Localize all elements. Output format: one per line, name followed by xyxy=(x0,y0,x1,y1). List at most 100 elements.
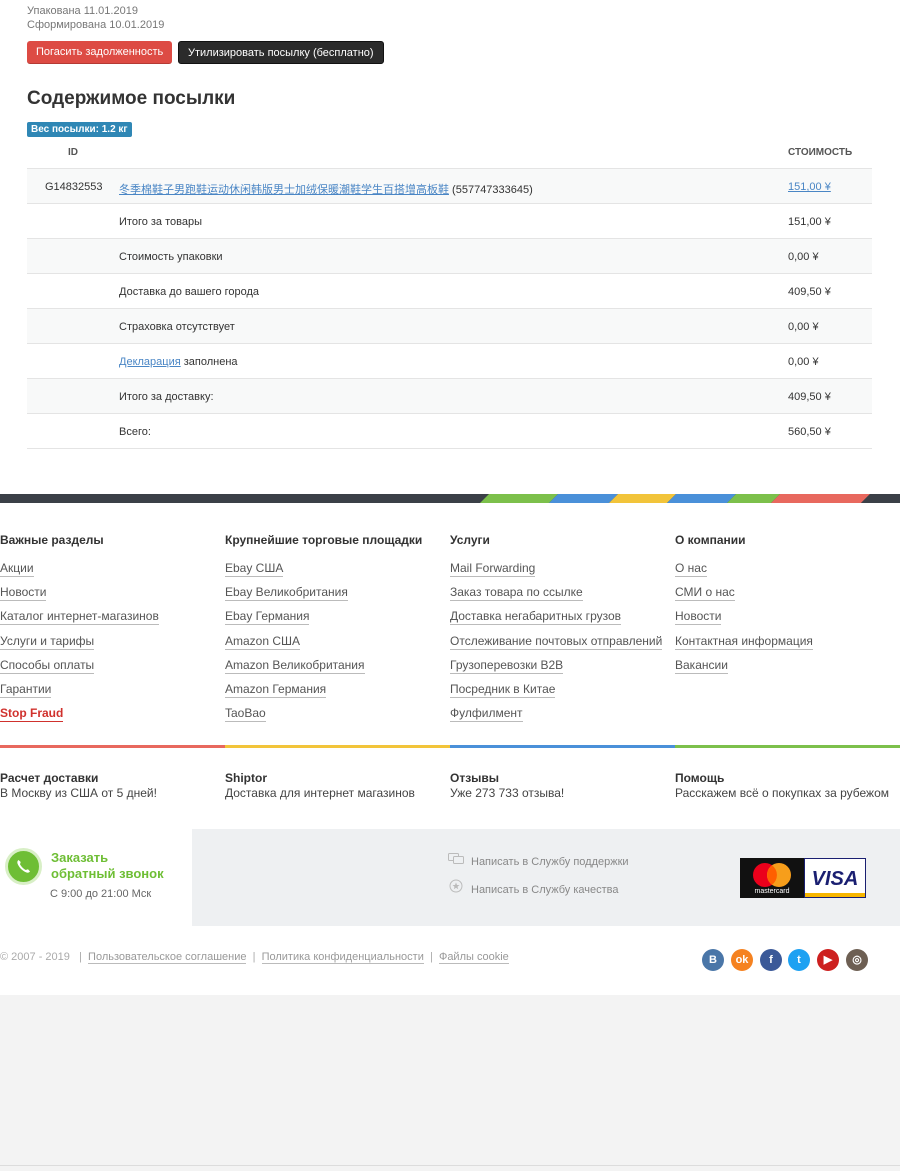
row-label: Декларация заполнена xyxy=(119,356,238,368)
footer-link-tracking[interactable]: Отслеживание почтовых отправлений xyxy=(450,633,663,650)
row-cost: 151,00 ¥ xyxy=(788,216,831,228)
support-link[interactable]: Написать в Службу поддержки xyxy=(448,853,629,868)
info-help[interactable]: Помощь Расскажем всё о покупках за рубеж… xyxy=(675,771,900,800)
footer-link-catalog[interactable]: Каталог интернет-магазинов xyxy=(0,609,159,626)
footer-column-sections: Важные разделы Акции Новости Каталог инт… xyxy=(0,533,225,730)
quality-link[interactable]: Написать в Службу качества xyxy=(448,879,619,896)
row-cost: 0,00 ¥ xyxy=(788,356,819,368)
page-bottom-divider xyxy=(0,1165,900,1166)
footer-link-press[interactable]: СМИ о нас xyxy=(675,585,735,602)
footer-link-ebay-de[interactable]: Ebay Германия xyxy=(225,609,310,626)
mastercard-logo: mastercard xyxy=(740,858,804,898)
footer-link-b2b[interactable]: Грузоперевозки B2B xyxy=(450,657,564,674)
footer-link-amazon-uk[interactable]: Amazon Великобритания xyxy=(225,657,365,674)
twitter-icon[interactable]: t xyxy=(788,949,810,971)
youtube-icon[interactable]: ▶ xyxy=(817,949,839,971)
row-label: Итого за товары xyxy=(119,216,202,228)
formed-date: Сформирована 10.01.2019 xyxy=(27,19,165,31)
weight-badge: Вес посылки: 1.2 кг xyxy=(27,122,132,137)
info-shiptor[interactable]: Shiptor Доставка для интернет магазинов xyxy=(225,771,450,800)
odnoklassniki-icon[interactable]: ok xyxy=(731,949,753,971)
footer-link-company-news[interactable]: Новости xyxy=(675,609,722,626)
copyright-bar: © 2007 - 2019 | Пользовательское соглаше… xyxy=(0,951,509,964)
footer-column-title: Услуги xyxy=(450,533,490,547)
privacy-link[interactable]: Политика конфиденциальности xyxy=(261,951,424,964)
parcel-content-area: Упакована 11.01.2019 Сформирована 10.01.… xyxy=(0,0,900,495)
info-reviews[interactable]: Отзывы Уже 273 733 отзыва! xyxy=(450,771,675,800)
badge-star-icon xyxy=(448,879,464,896)
footer-link-news[interactable]: Новости xyxy=(0,585,47,602)
copyright-text: © 2007 - 2019 xyxy=(0,951,70,963)
item-cost-link[interactable]: 151,00 ¥ xyxy=(788,181,831,193)
item-id: G14832553 xyxy=(45,181,103,193)
footer-link-guarantees[interactable]: Гарантии xyxy=(0,681,52,698)
row-label: Стоимость упаковки xyxy=(119,251,223,263)
terms-link[interactable]: Пользовательское соглашение xyxy=(88,951,247,964)
footer-link-payment-methods[interactable]: Способы оплаты xyxy=(0,657,95,674)
item-name: 冬季棉鞋子男跑鞋运动休闲韩版男士加绒保暖潮鞋学生百搭增高板鞋 (55774733… xyxy=(119,181,533,197)
footer-link-ebay-uk[interactable]: Ebay Великобритания xyxy=(225,585,348,602)
phone-icon[interactable] xyxy=(5,848,42,885)
footer-link-tariffs[interactable]: Услуги и тарифы xyxy=(0,633,95,650)
cookie-link[interactable]: Файлы cookie xyxy=(438,951,509,964)
row-label: Итого за доставку: xyxy=(119,391,214,403)
table-row: Доставка до вашего города 409,50 ¥ xyxy=(27,274,872,309)
footer-stripe xyxy=(0,494,900,503)
item-link[interactable]: 冬季棉鞋子男跑鞋运动休闲韩版男士加绒保暖潮鞋学生百搭增高板鞋 xyxy=(119,184,449,196)
facebook-icon[interactable]: f xyxy=(760,949,782,971)
footer-link-china-agent[interactable]: Посредник в Китае xyxy=(450,681,556,698)
row-label: Страховка отсутствует xyxy=(119,321,235,333)
instagram-icon[interactable]: ◎ xyxy=(846,949,868,971)
divider-yellow xyxy=(225,745,450,748)
callback-hours: С 9:00 до 21:00 Мск xyxy=(50,888,152,900)
row-label: Доставка до вашего города xyxy=(119,286,260,298)
pay-debt-button[interactable]: Погасить задолженность xyxy=(27,41,173,64)
row-cost: 409,50 ¥ xyxy=(788,391,831,403)
table-row-total: Всего: 560,50 ¥ xyxy=(27,414,872,449)
section-title: Содержимое посылки xyxy=(27,88,236,109)
row-cost: 409,50 ¥ xyxy=(788,286,831,298)
item-number: (557747333645) xyxy=(449,184,533,196)
dispose-parcel-button[interactable]: Утилизировать посылку (бесплатно) xyxy=(178,41,384,64)
footer-link-amazon-us[interactable]: Amazon США xyxy=(225,633,301,650)
footer-link-about[interactable]: О нас xyxy=(675,561,707,577)
vk-icon[interactable]: B xyxy=(702,949,724,971)
table-row: Страховка отсутствует 0,00 ¥ xyxy=(27,309,872,344)
table-row: Итого за доставку: 409,50 ¥ xyxy=(27,379,872,414)
footer-column-title: Важные разделы xyxy=(0,533,104,547)
footer-column-title: О компании xyxy=(675,533,746,547)
table-row-item: G14832553 冬季棉鞋子男跑鞋运动休闲韩版男士加绒保暖潮鞋学生百搭增高板鞋… xyxy=(27,169,872,204)
row-cost: 0,00 ¥ xyxy=(788,251,819,263)
footer-link-contacts[interactable]: Контактная информация xyxy=(675,633,813,650)
parcel-table: G14832553 冬季棉鞋子男跑鞋运动休闲韩版男士加绒保暖潮鞋学生百搭增高板鞋… xyxy=(27,168,872,449)
visa-logo: VISA xyxy=(804,858,866,898)
footer-link-mail-forwarding[interactable]: Mail Forwarding xyxy=(450,561,536,577)
footer-link-vacancies[interactable]: Вакансии xyxy=(675,657,728,674)
column-header-id: ID xyxy=(68,147,78,158)
info-delivery-calc[interactable]: Расчет доставки В Москву из США от 5 дне… xyxy=(0,771,225,800)
divider-green xyxy=(675,745,900,748)
chat-icon xyxy=(448,853,464,868)
footer-link-stop-fraud[interactable]: Stop Fraud xyxy=(0,706,64,723)
declaration-link[interactable]: Декларация xyxy=(119,356,181,368)
table-row: Итого за товары 151,00 ¥ xyxy=(27,204,872,239)
row-cost: 560,50 ¥ xyxy=(788,426,831,438)
footer: Важные разделы Акции Новости Каталог инт… xyxy=(0,503,900,995)
footer-link-promotions[interactable]: Акции xyxy=(0,561,34,577)
footer-link-oversized[interactable]: Доставка негабаритных грузов xyxy=(450,609,622,626)
footer-link-amazon-de[interactable]: Amazon Германия xyxy=(225,681,327,698)
footer-column-title: Крупнейшие торговые площадки xyxy=(225,533,423,547)
table-row: Стоимость упаковки 0,00 ¥ xyxy=(27,239,872,274)
footer-column-company: О компании О нас СМИ о нас Новости Конта… xyxy=(675,533,900,682)
footer-link-order-by-link[interactable]: Заказ товара по ссылке xyxy=(450,585,583,602)
footer-link-fulfillment[interactable]: Фулфилмент xyxy=(450,706,523,723)
divider-red xyxy=(0,745,225,748)
footer-link-taobao[interactable]: TaoBao xyxy=(225,706,266,723)
column-header-cost: СТОИМОСТЬ xyxy=(788,147,853,158)
footer-link-ebay-us[interactable]: Ebay США xyxy=(225,561,284,577)
callback-link[interactable]: Заказать обратный звонок xyxy=(51,850,164,882)
color-stripe xyxy=(480,494,900,503)
row-label: Всего: xyxy=(119,426,151,438)
packed-date: Упакована 11.01.2019 xyxy=(27,5,138,17)
divider-blue xyxy=(450,745,675,748)
